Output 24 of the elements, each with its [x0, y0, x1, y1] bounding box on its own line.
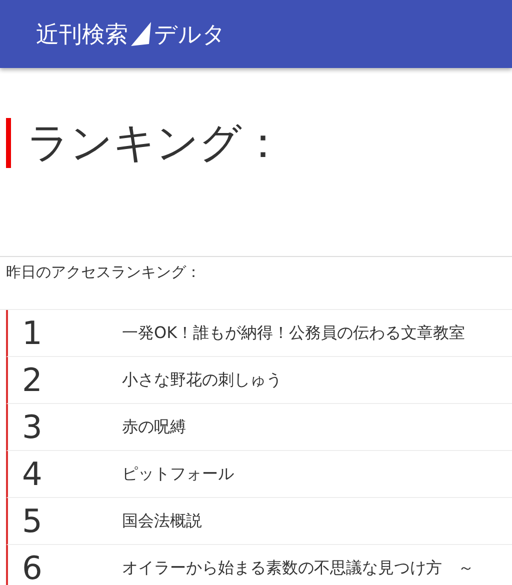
- book-title: ピットフォール: [122, 464, 234, 484]
- sail-icon: [130, 21, 152, 47]
- rank-number: 6: [21, 548, 44, 585]
- rank-number: 5: [21, 501, 44, 541]
- book-title: 国会法概説: [122, 510, 202, 532]
- book-title: 赤の呪縛: [122, 416, 186, 438]
- rank-number: 2: [21, 360, 44, 400]
- ranking-row[interactable]: 2 小さな野花の刺しゅう: [6, 357, 512, 404]
- rank-number: 4: [21, 454, 44, 494]
- ranking-row[interactable]: 4 ピットフォール: [6, 451, 512, 498]
- rank-number: 1: [21, 313, 44, 353]
- ranking-row[interactable]: 5 国会法概説: [6, 498, 512, 545]
- book-title: オイラーから始まる素数の不思議な見つけ方 ～: [122, 558, 474, 578]
- book-title: 小さな野花の刺しゅう: [122, 370, 282, 390]
- site-logo[interactable]: 近刊検索 デルタ: [36, 18, 226, 50]
- ranking-row[interactable]: 6 オイラーから始まる素数の不思議な見つけ方 ～: [6, 545, 512, 585]
- rank-number: 3: [21, 407, 44, 447]
- ranking-row[interactable]: 3 赤の呪縛: [6, 404, 512, 451]
- ranking-row[interactable]: 1 一発OK！誰もが納得！公務員の伝わる文章教室: [6, 310, 512, 357]
- section-label: 昨日のアクセスランキング：: [6, 262, 202, 283]
- page-title: ランキング：: [6, 118, 512, 168]
- logo-text: デルタ: [154, 20, 226, 50]
- book-title: 一発OK！誰もが納得！公務員の伝わる文章教室: [122, 322, 466, 344]
- logo-text: 近刊検索: [36, 20, 128, 50]
